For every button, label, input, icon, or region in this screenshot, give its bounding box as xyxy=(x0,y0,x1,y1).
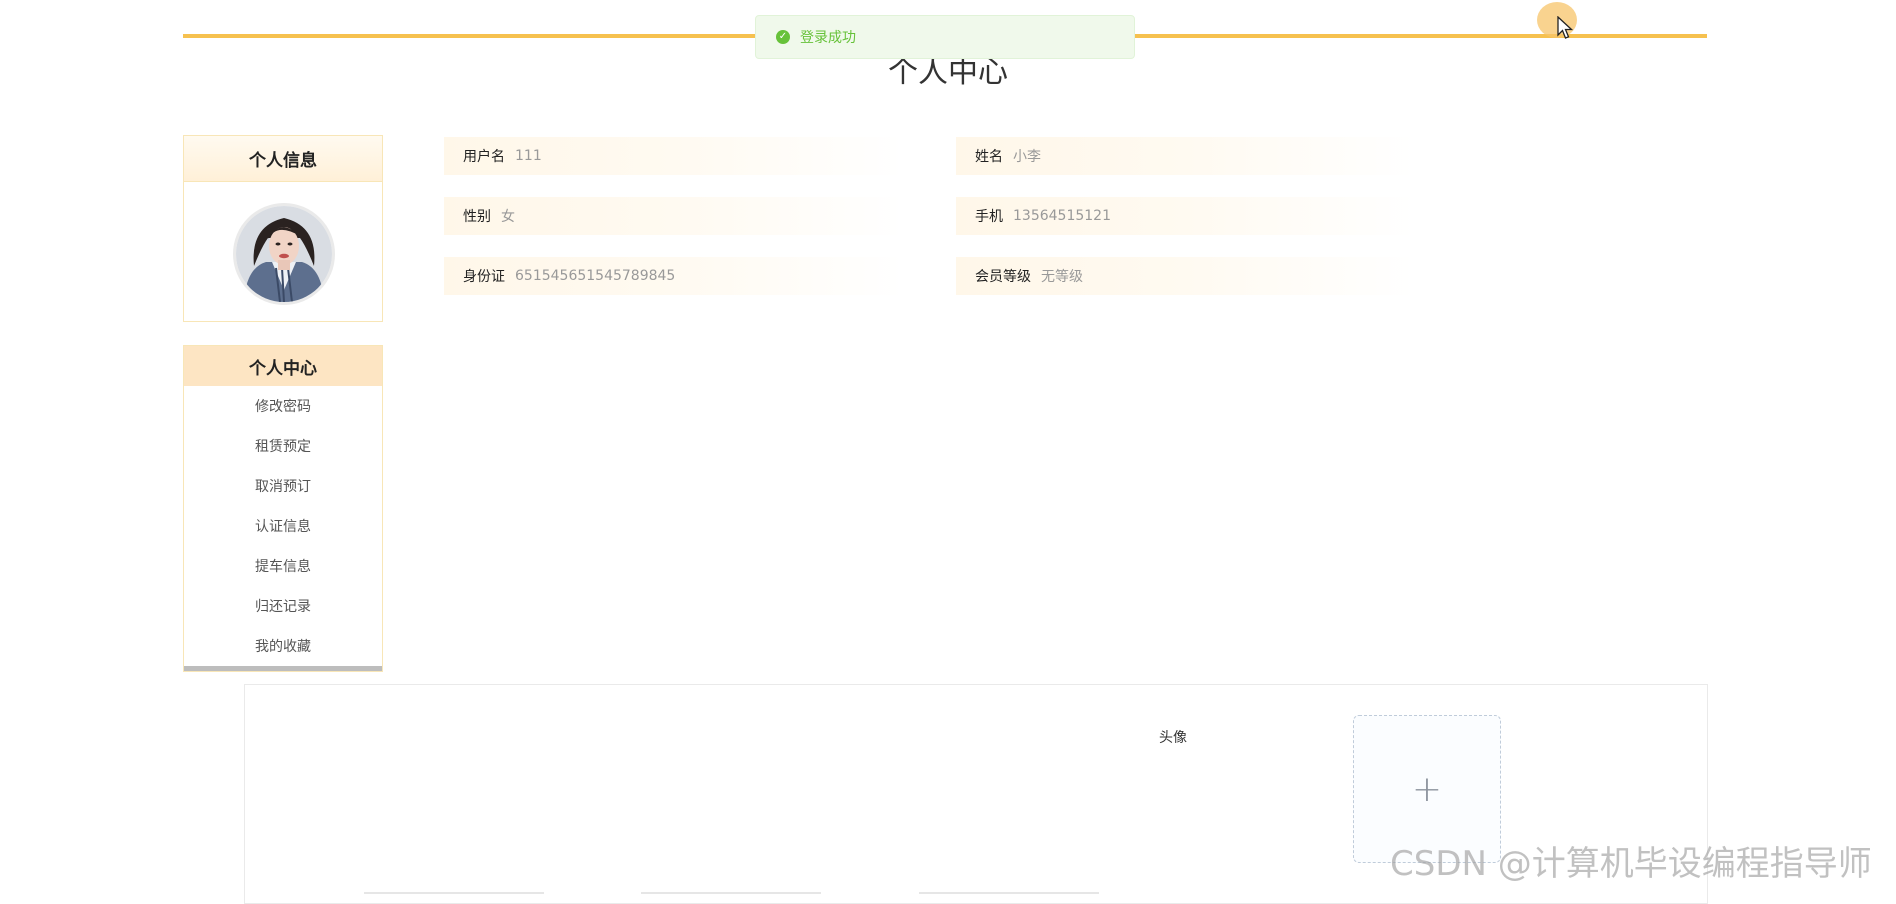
field-label: 性别 xyxy=(463,209,491,225)
menu-item-pickup-info[interactable]: 提车信息 xyxy=(184,546,382,586)
field-value: 女 xyxy=(501,209,515,225)
field-phone: 手机 13564515121 xyxy=(956,197,1416,235)
menu-item-cancel-booking[interactable]: 取消预订 xyxy=(184,466,382,506)
field-username: 用户名 111 xyxy=(444,137,904,175)
field-id-card: 身份证 651545651545789845 xyxy=(444,257,904,295)
toast-message: 登录成功 xyxy=(800,30,856,46)
field-label: 手机 xyxy=(975,209,1003,225)
menu-item-change-password[interactable]: 修改密码 xyxy=(184,386,382,426)
profile-card-title: 个人信息 xyxy=(184,136,382,182)
watermark: CSDN @计算机毕设编程指导师 xyxy=(1390,844,1872,884)
avatar xyxy=(236,206,332,302)
menu-scrollbar[interactable] xyxy=(184,666,382,671)
menu-item-my-favorites[interactable]: 我的收藏 xyxy=(184,626,382,666)
field-label: 身份证 xyxy=(463,269,505,285)
user-center-menu: 个人中心 修改密码 租赁预定 取消预订 认证信息 提车信息 归还记录 我的收藏 xyxy=(183,345,383,672)
menu-title: 个人中心 xyxy=(184,346,382,386)
field-label: 用户名 xyxy=(463,149,505,165)
login-success-toast: ✓ 登录成功 xyxy=(755,15,1135,59)
field-gender: 性别 女 xyxy=(444,197,904,235)
mouse-pointer-icon xyxy=(1557,16,1574,39)
profile-card: 个人信息 xyxy=(183,135,383,322)
field-value: 无等级 xyxy=(1041,269,1083,285)
field-value: 小李 xyxy=(1013,149,1041,165)
field-member-level: 会员等级 无等级 xyxy=(956,257,1416,295)
field-value: 13564515121 xyxy=(1013,208,1111,224)
check-circle-icon: ✓ xyxy=(776,30,790,44)
avatar-label: 头像 xyxy=(1159,730,1187,746)
menu-item-verification-info[interactable]: 认证信息 xyxy=(184,506,382,546)
field-value: 111 xyxy=(515,148,542,164)
field-label: 姓名 xyxy=(975,149,1003,165)
field-name: 姓名 小李 xyxy=(956,137,1416,175)
plus-icon: + xyxy=(1411,768,1443,810)
field-value: 651545651545789845 xyxy=(515,268,676,284)
menu-item-return-records[interactable]: 归还记录 xyxy=(184,586,382,626)
field-label: 会员等级 xyxy=(975,269,1031,285)
menu-item-rental-booking[interactable]: 租赁预定 xyxy=(184,426,382,466)
